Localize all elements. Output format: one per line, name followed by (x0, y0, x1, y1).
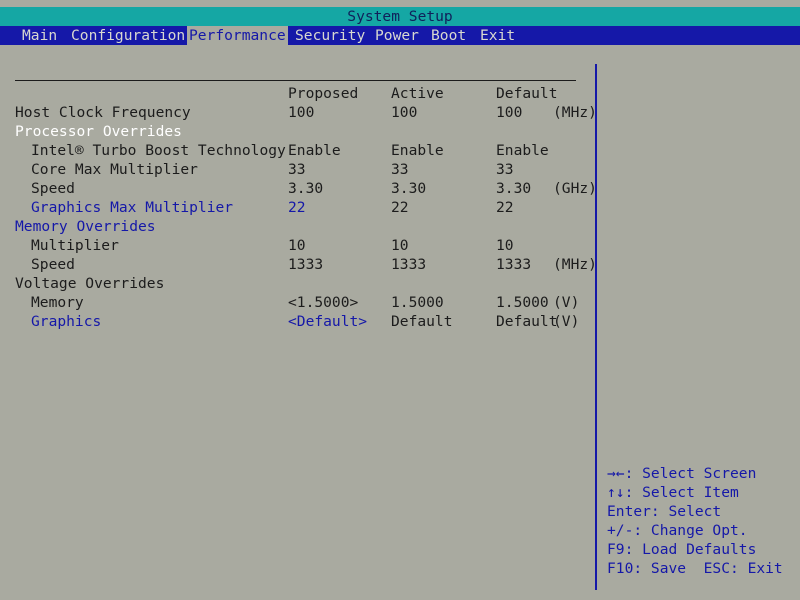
proposed-value[interactable]: <1.5000> (288, 293, 358, 312)
section-label: Processor Overrides (15, 123, 182, 140)
default-value: Enable (496, 142, 549, 159)
default-value: 22 (496, 199, 514, 216)
active-value: 22 (391, 199, 409, 216)
proposed-value: 22 (288, 199, 306, 216)
setting-label: Speed (31, 256, 75, 273)
active-value: 10 (391, 237, 409, 254)
menu-boot[interactable]: Boot (429, 26, 468, 45)
proposed-value: Enable (288, 142, 341, 159)
active-value: Enable (391, 142, 444, 159)
unit-label: (V) (553, 294, 580, 311)
setting-label: Multiplier (31, 237, 119, 254)
default-value: Default (496, 313, 558, 330)
setting-row-graphics-max-multiplier[interactable]: Graphics Max Multiplier 22 22 22 (0, 198, 596, 217)
proposed-value: 1333 (288, 256, 324, 273)
menu-security[interactable]: Security (293, 26, 367, 45)
section-label: Voltage Overrides (15, 275, 165, 292)
default-value: 1.5000 (496, 294, 549, 311)
setting-row-memory-multiplier[interactable]: Multiplier 10 10 10 (0, 236, 596, 255)
menu-main[interactable]: Main (20, 26, 59, 45)
menu-bar: Main Configuration Performance Security … (0, 26, 800, 45)
header-divider (15, 80, 576, 81)
active-value: 1.5000 (391, 294, 444, 311)
default-value: 1333 (496, 256, 532, 273)
unit-label: (MHz) (553, 104, 597, 121)
setting-label: Speed (31, 180, 75, 197)
menu-exit[interactable]: Exit (478, 26, 517, 45)
setting-label: Core Max Multiplier (31, 161, 198, 178)
unit-label: (GHz) (553, 180, 597, 197)
setting-label: Graphics Max Multiplier (31, 199, 234, 216)
unit-label: (V) (553, 313, 580, 330)
help-save-exit: F10: Save ESC: Exit (607, 560, 783, 577)
default-value: 10 (496, 237, 514, 254)
title-bar: System Setup (0, 7, 800, 26)
help-select-screen: →←: Select Screen (607, 465, 757, 482)
unit-label: (MHz) (553, 256, 597, 273)
help-select-item: ↑↓: Select Item (607, 484, 739, 501)
section-memory-overrides[interactable]: Memory Overrides (0, 217, 596, 236)
default-value: 100 (496, 104, 523, 121)
section-voltage-overrides[interactable]: Voltage Overrides (0, 274, 596, 293)
active-value: 3.30 (391, 180, 427, 197)
section-processor-overrides[interactable]: Processor Overrides (0, 122, 596, 141)
menu-power[interactable]: Power (373, 26, 421, 45)
proposed-value: 100 (288, 104, 315, 121)
setting-row-processor-speed[interactable]: Speed 3.30 3.30 3.30 (GHz) (0, 179, 597, 198)
help-load-defaults: F9: Load Defaults (607, 541, 757, 558)
column-header-default: Default (496, 85, 558, 102)
setup-title: System Setup (347, 8, 453, 25)
active-value: Default (391, 313, 453, 330)
help-change-option: +/-: Change Opt. (607, 522, 748, 539)
setting-label: Intel® Turbo Boost Technology (31, 142, 286, 159)
setting-row-memory-voltage[interactable]: Memory <1.5000> 1.5000 1.5000 (V) (0, 293, 596, 312)
panel-divider (595, 64, 597, 590)
default-value: 33 (496, 161, 514, 178)
column-header-active: Active (391, 85, 444, 102)
menu-configuration[interactable]: Configuration (69, 26, 187, 45)
setting-row-core-max-multiplier[interactable]: Core Max Multiplier 33 33 33 (0, 160, 596, 179)
proposed-value[interactable]: <Default> (288, 312, 367, 331)
proposed-value: 3.30 (288, 180, 324, 197)
column-header-proposed: Proposed (288, 85, 359, 102)
setting-label: Graphics (31, 313, 102, 330)
help-panel: →←: Select Screen ↑↓: Select Item Enter:… (607, 464, 783, 578)
setting-row-graphics-voltage[interactable]: Graphics <Default> Default Default (V) (0, 312, 596, 331)
menu-performance[interactable]: Performance (187, 26, 288, 45)
active-value: 100 (391, 104, 418, 121)
proposed-value: 10 (288, 237, 306, 254)
section-label: Memory Overrides (15, 218, 156, 235)
default-value: 3.30 (496, 180, 532, 197)
active-value: 33 (391, 161, 409, 178)
setting-label: Host Clock Frequency (15, 104, 191, 121)
setting-row-turbo-boost[interactable]: Intel® Turbo Boost Technology Enable Ena… (0, 141, 596, 160)
proposed-value: 33 (288, 161, 306, 178)
setting-row-memory-speed[interactable]: Speed 1333 1333 1333 (MHz) (0, 255, 597, 274)
setting-label: Memory (31, 294, 84, 311)
active-value: 1333 (391, 256, 427, 273)
help-enter-select: Enter: Select (607, 503, 722, 520)
setting-row-host-clock-frequency[interactable]: Host Clock Frequency 100 100 100 (MHz) (0, 103, 597, 122)
